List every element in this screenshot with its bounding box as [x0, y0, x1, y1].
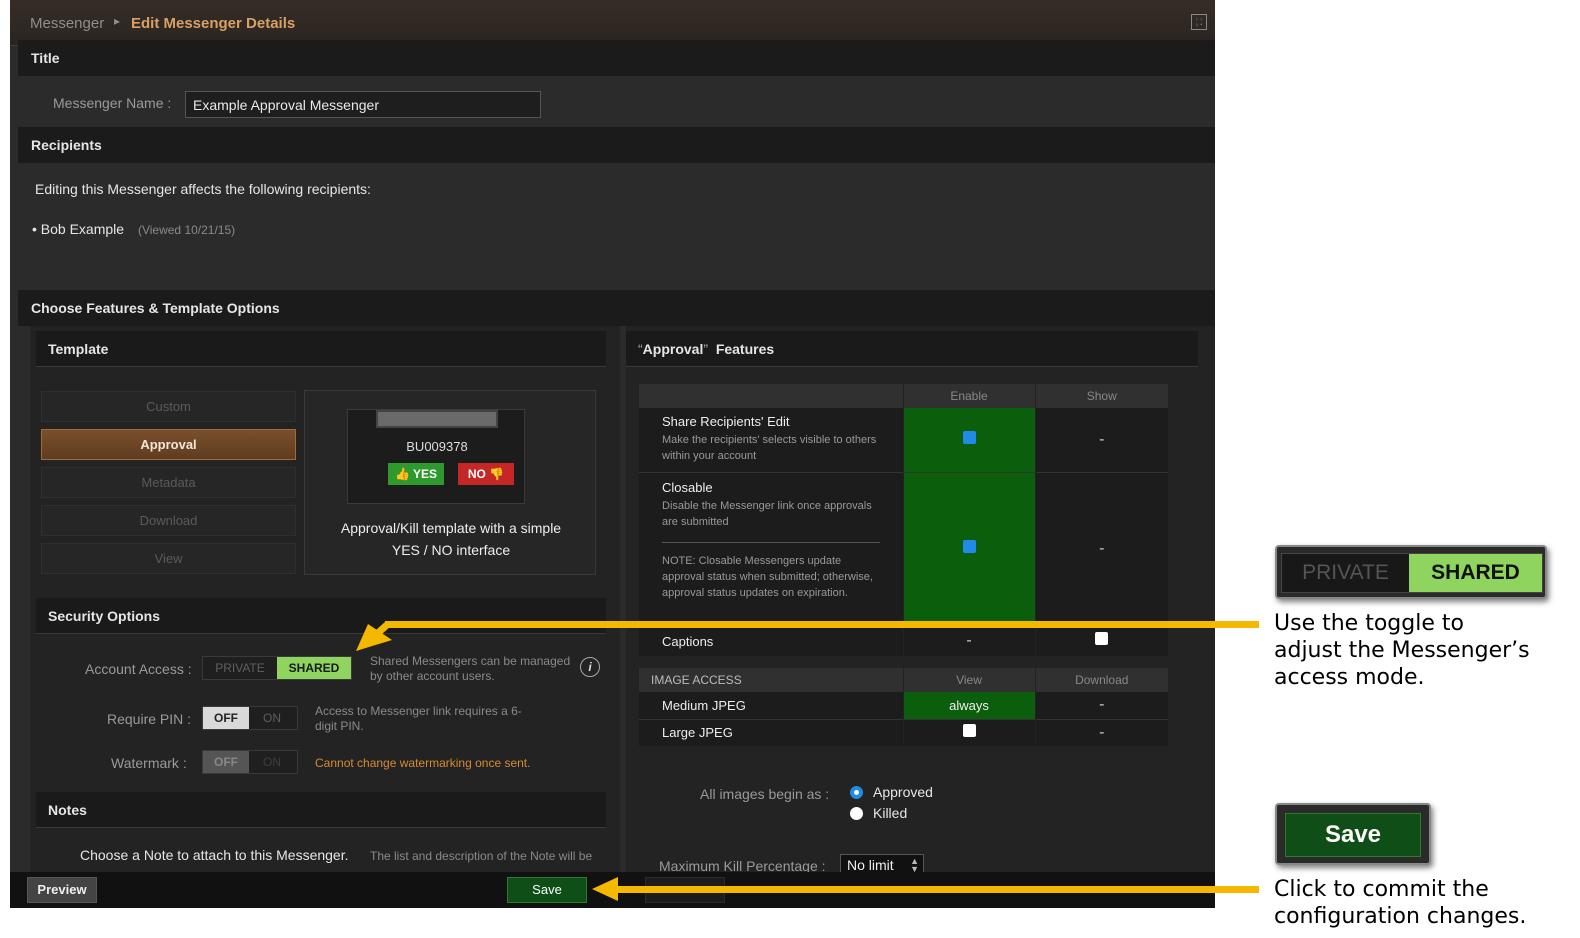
toggle-arrow [356, 621, 1259, 651]
annotated-screenshot: Messenger ▸ Edit Messenger Details ⛶ Tit… [0, 0, 1580, 938]
callout-arrows [356, 621, 1259, 901]
save-arrow [592, 877, 1259, 901]
